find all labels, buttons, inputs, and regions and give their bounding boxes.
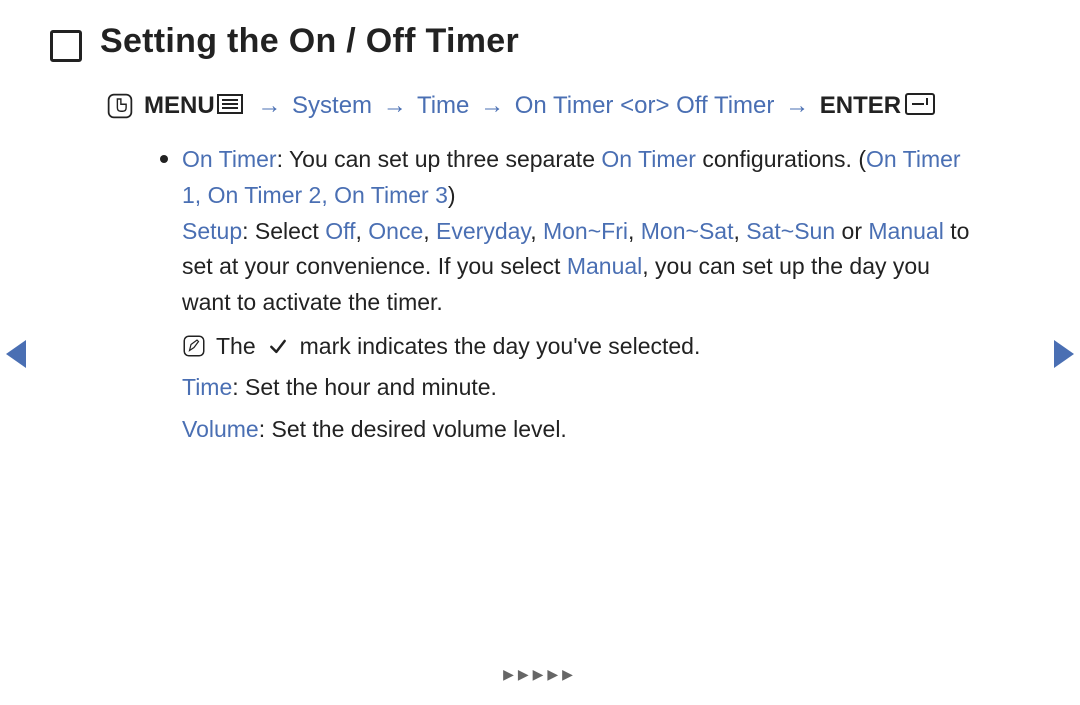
text: , bbox=[733, 218, 746, 244]
prev-page-arrow[interactable] bbox=[6, 340, 26, 368]
text: configurations. ( bbox=[696, 146, 866, 172]
heading-text: Setting the On / Off Timer bbox=[100, 22, 519, 61]
note-pencil-icon bbox=[182, 334, 206, 358]
bullet-item-on-timer: On Timer: You can set up three separate … bbox=[160, 142, 980, 447]
volume-row: Volume: Set the desired volume level. bbox=[182, 412, 980, 448]
bullet-dot-icon bbox=[160, 155, 168, 163]
note-row: The mark indicates the day you've select… bbox=[182, 329, 980, 365]
text: On Timer 3 bbox=[334, 182, 448, 208]
menu-key-label: MENU bbox=[144, 92, 215, 119]
text: , bbox=[195, 182, 208, 208]
note-post: mark indicates the day you've selected. bbox=[300, 329, 701, 365]
navigation-path: MENU → System → Time → On Timer <or> Off… bbox=[106, 90, 1030, 122]
arrow-icon: → bbox=[785, 92, 809, 119]
enter-icon bbox=[905, 93, 935, 115]
opt-monfri: Mon~Fri bbox=[543, 218, 628, 244]
opt-manual2: Manual bbox=[567, 253, 642, 279]
page-footer: ▶▶▶▶▶ bbox=[0, 666, 1080, 683]
text: ) bbox=[448, 182, 456, 208]
note-pre: The bbox=[216, 329, 256, 365]
section-heading: Setting the On / Off Timer bbox=[50, 22, 1030, 62]
menu-icon bbox=[217, 94, 243, 114]
path-on-timer: On Timer bbox=[515, 92, 614, 119]
text: : Select bbox=[242, 218, 325, 244]
text: , bbox=[423, 218, 436, 244]
check-icon bbox=[268, 336, 288, 356]
enter-key-label: ENTER bbox=[820, 92, 901, 119]
text: , bbox=[530, 218, 543, 244]
arrow-icon: → bbox=[383, 92, 407, 119]
opt-monsat: Mon~Sat bbox=[641, 218, 734, 244]
text: : You can set up three separate bbox=[277, 146, 602, 172]
volume-label: Volume bbox=[182, 416, 259, 442]
opt-once: Once bbox=[368, 218, 423, 244]
time-label: Time bbox=[182, 374, 232, 400]
opt-everyday: Everyday bbox=[436, 218, 530, 244]
text: On Timer 2 bbox=[208, 182, 322, 208]
text: , bbox=[355, 218, 368, 244]
arrow-icon: → bbox=[480, 92, 504, 119]
text: , bbox=[321, 182, 334, 208]
text: or bbox=[835, 218, 868, 244]
setup-label: Setup bbox=[182, 218, 242, 244]
opt-off: Off bbox=[325, 218, 355, 244]
square-bullet-icon bbox=[50, 30, 82, 62]
path-off-timer: Off Timer bbox=[676, 92, 774, 119]
setup-paragraph: Setup: Select Off, Once, Everyday, Mon~F… bbox=[182, 214, 980, 321]
arrow-icon: → bbox=[257, 92, 281, 119]
path-system: System bbox=[292, 92, 372, 119]
opt-satsun: Sat~Sun bbox=[746, 218, 835, 244]
next-page-arrow[interactable] bbox=[1054, 340, 1074, 368]
text: , bbox=[628, 218, 641, 244]
on-timer-label: On Timer bbox=[182, 146, 277, 172]
hand-pointer-icon bbox=[106, 92, 134, 120]
path-time: Time bbox=[417, 92, 469, 119]
text: On Timer bbox=[601, 146, 696, 172]
opt-manual: Manual bbox=[868, 218, 943, 244]
time-row: Time: Set the hour and minute. bbox=[182, 370, 980, 406]
volume-text: : Set the desired volume level. bbox=[259, 416, 567, 442]
path-or: <or> bbox=[620, 92, 669, 119]
time-text: : Set the hour and minute. bbox=[232, 374, 497, 400]
